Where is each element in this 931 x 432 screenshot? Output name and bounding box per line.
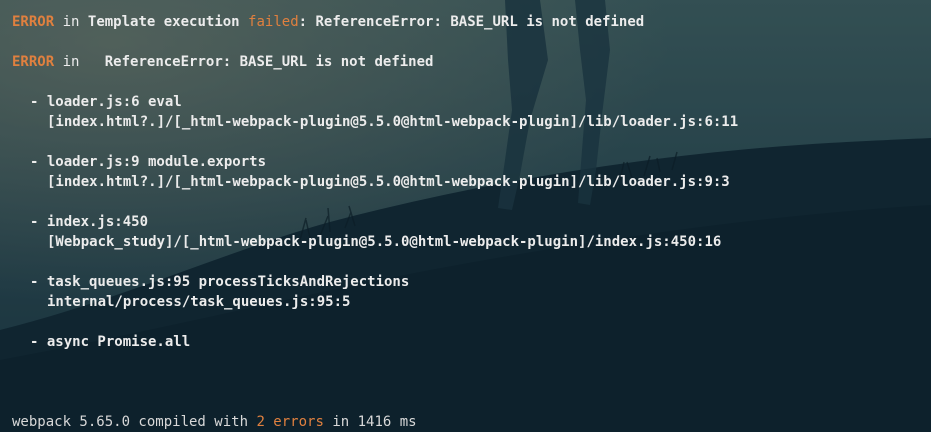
stack-frame-path: [index.html?.]/[_html-webpack-plugin@5.5… <box>47 174 730 190</box>
stack-frame-path: internal/process/task_queues.js:95:5 <box>47 294 351 310</box>
error-message-rest: : ReferenceError: BASE_URL is not define… <box>298 14 645 30</box>
stack-frame-path: [index.html?.]/[_html-webpack-plugin@5.5… <box>47 114 739 130</box>
stack-frame-label: - task_queues.js:95 processTicksAndRejec… <box>30 274 410 290</box>
error-tag: ERROR <box>12 14 55 30</box>
stack-frame-label: - loader.js:6 eval <box>30 94 182 110</box>
error-count: 2 errors <box>256 414 324 430</box>
stack-frame-label: - index.js:450 <box>30 214 149 230</box>
compile-suffix: in 1416 ms <box>332 414 417 430</box>
error-detail-line: ERROR in ReferenceError: BASE_URL is not… <box>12 52 433 72</box>
failed-word: failed <box>248 14 299 30</box>
compile-summary: webpack 5.65.0 compiled with 2 errors in… <box>12 412 417 432</box>
stack-frame-path: [Webpack_study]/[_html-webpack-plugin@5.… <box>47 234 722 250</box>
in-word: in <box>62 54 80 70</box>
error-message: Template execution <box>87 14 240 30</box>
error-header-line: ERROR in Template execution failed: Refe… <box>12 12 644 32</box>
stack-frame-label: - async Promise.all <box>30 334 191 350</box>
error-message: ReferenceError: BASE_URL is not defined <box>104 54 434 70</box>
stack-frame-label: - loader.js:9 module.exports <box>30 154 267 170</box>
in-word: in <box>62 14 80 30</box>
terminal-output: ERROR in Template execution failed: Refe… <box>0 0 931 432</box>
error-tag: ERROR <box>12 54 55 70</box>
compile-prefix: webpack 5.65.0 compiled with <box>12 414 249 430</box>
